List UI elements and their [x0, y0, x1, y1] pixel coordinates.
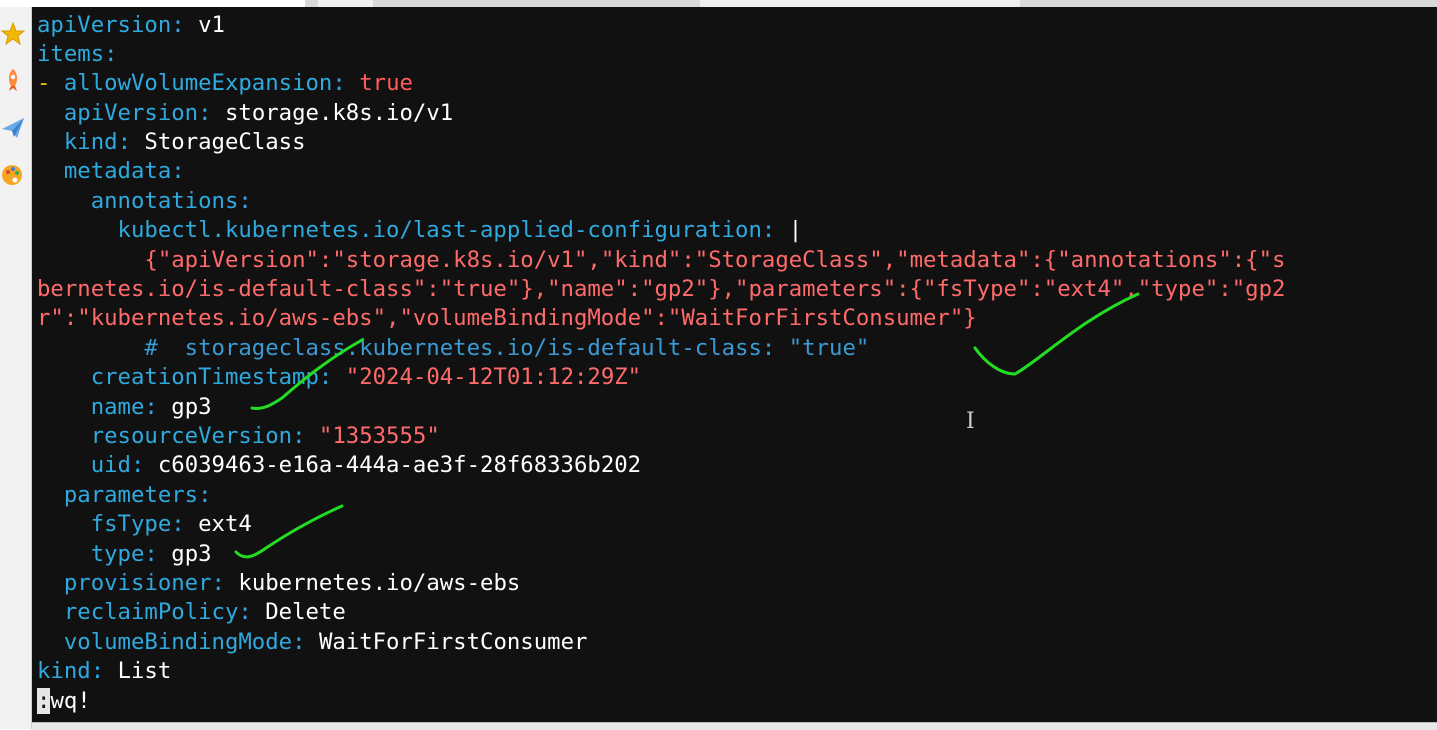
yaml-value: ext4	[184, 511, 252, 537]
json-string: bernetes.io/is-default-class":"true"},"n…	[37, 276, 1286, 302]
editor-line: - allowVolumeExpansion: true	[37, 69, 413, 98]
yaml-key: type	[90, 541, 145, 567]
editor-line: items:	[37, 40, 118, 69]
yaml-colon: :	[171, 158, 185, 184]
yaml-value: StorageClass	[131, 129, 306, 155]
yaml-colon: :	[292, 629, 306, 655]
yaml-colon: :	[171, 511, 185, 537]
yaml-colon: :	[130, 452, 145, 478]
yaml-key: resourceVersion	[90, 423, 293, 449]
yaml-value: gp3	[157, 394, 212, 420]
editor-line: r":"kubernetes.io/aws-ebs","volumeBindin…	[37, 304, 977, 333]
yaml-key: allowVolumeExpansion	[63, 70, 333, 96]
yaml-key: creationTimestamp	[90, 364, 319, 390]
editor-line: fsType: ext4	[37, 510, 252, 539]
editor-line: metadata:	[37, 157, 185, 186]
editor-line: volumeBindingMode: WaitForFirstConsumer	[37, 628, 588, 657]
yaml-value: Delete	[251, 599, 346, 625]
editor-line: {"apiVersion":"storage.k8s.io/v1","kind"…	[37, 246, 1285, 275]
yaml-key: apiVersion	[63, 100, 199, 126]
editor-line: bernetes.io/is-default-class":"true"},"n…	[37, 275, 1285, 304]
text-cursor-icon: I	[966, 409, 975, 434]
editor-line: kind: List	[37, 657, 171, 686]
editor-line: provisioner: kubernetes.io/aws-ebs	[37, 569, 520, 598]
yaml-colon: :	[332, 70, 346, 96]
tab-edge	[0, 0, 305, 7]
yaml-key: items	[37, 41, 105, 67]
yaml-colon: :	[144, 394, 158, 420]
yaml-value: WaitForFirstConsumer	[305, 629, 588, 655]
yaml-colon: :	[90, 658, 105, 684]
yaml-colon: :	[761, 217, 776, 243]
yaml-value: v1	[184, 12, 225, 38]
tab-edge	[318, 0, 373, 7]
yaml-key: apiVersion	[37, 12, 172, 38]
yaml-key: provisioner	[63, 570, 212, 596]
paper-plane-icon[interactable]	[0, 115, 26, 141]
yaml-colon: :	[238, 599, 252, 625]
yaml-colon: :	[198, 482, 212, 508]
browser-tab-strip	[0, 0, 1437, 7]
yaml-key: kind	[37, 658, 91, 684]
rocket-icon[interactable]	[0, 67, 26, 93]
yaml-colon: :	[292, 423, 306, 449]
editor-line: type: gp3	[37, 540, 212, 569]
yaml-value: c6039463-e16a-444a-ae3f-28f68336b202	[144, 452, 642, 478]
palette-icon[interactable]	[0, 162, 26, 188]
yaml-colon: :	[318, 364, 333, 390]
command-line[interactable]: :wq!	[37, 687, 91, 716]
yaml-key: volumeBindingMode	[63, 629, 293, 655]
yaml-value: "2024-04-12T01:12:29Z"	[332, 364, 642, 390]
cursor: :	[37, 688, 51, 714]
yaml-value: |	[775, 217, 803, 243]
yaml-comment: # storageclass.kubernetes.io/is-default-…	[144, 335, 870, 361]
yaml-value: true	[345, 70, 413, 96]
yaml-key: metadata	[63, 158, 172, 184]
editor-line: # storageclass.kubernetes.io/is-default-…	[37, 334, 869, 363]
yaml-key: kubectl.kubernetes.io/last-applied-confi…	[117, 217, 762, 243]
yaml-key: uid	[90, 452, 131, 478]
yaml-value: gp3	[157, 541, 212, 567]
editor-line: kubectl.kubernetes.io/last-applied-confi…	[37, 216, 803, 245]
yaml-key: annotations	[90, 188, 239, 214]
editor-line: creationTimestamp: "2024-04-12T01:12:29Z…	[37, 363, 641, 392]
yaml-key: kind	[63, 129, 118, 155]
yaml-key: reclaimPolicy	[63, 599, 239, 625]
yaml-value: kubernetes.io/aws-ebs	[224, 570, 521, 596]
editor-line: apiVersion: storage.k8s.io/v1	[37, 99, 453, 128]
yaml-value: "1353555"	[305, 423, 440, 449]
terminal-editor[interactable]: apiVersion: v1 items: - allowVolumeExpan…	[32, 7, 1437, 722]
yaml-key: parameters	[63, 482, 199, 508]
yaml-colon: :	[117, 129, 131, 155]
editor-line: uid: c6039463-e16a-444a-ae3f-28f68336b20…	[37, 451, 641, 480]
tab-edge	[700, 0, 1020, 7]
command-text: wq!	[50, 688, 91, 714]
yaml-colon: :	[211, 570, 225, 596]
editor-line: reclaimPolicy: Delete	[37, 598, 346, 627]
editor-line: parameters:	[37, 481, 212, 510]
yaml-key: name	[90, 394, 145, 420]
json-string: r":"kubernetes.io/aws-ebs","volumeBindin…	[37, 305, 977, 331]
yaml-colon: :	[198, 100, 212, 126]
yaml-colon: :	[171, 12, 185, 38]
editor-line: resourceVersion: "1353555"	[37, 422, 440, 451]
star-icon[interactable]	[0, 21, 26, 47]
editor-line: name: gp3	[37, 393, 212, 422]
editor-line: annotations:	[37, 187, 252, 216]
yaml-value: storage.k8s.io/v1	[211, 100, 454, 126]
json-string: {"apiVersion":"storage.k8s.io/v1","kind"…	[144, 247, 1286, 273]
yaml-colon: :	[144, 541, 158, 567]
extension-sidebar	[0, 7, 32, 729]
yaml-key: fsType	[90, 511, 172, 537]
yaml-colon: :	[238, 188, 252, 214]
yaml-dash: -	[37, 70, 51, 96]
yaml-value: List	[104, 658, 172, 684]
yaml-colon: :	[104, 41, 118, 67]
editor-line: apiVersion: v1	[37, 11, 225, 40]
editor-line: kind: StorageClass	[37, 128, 306, 157]
